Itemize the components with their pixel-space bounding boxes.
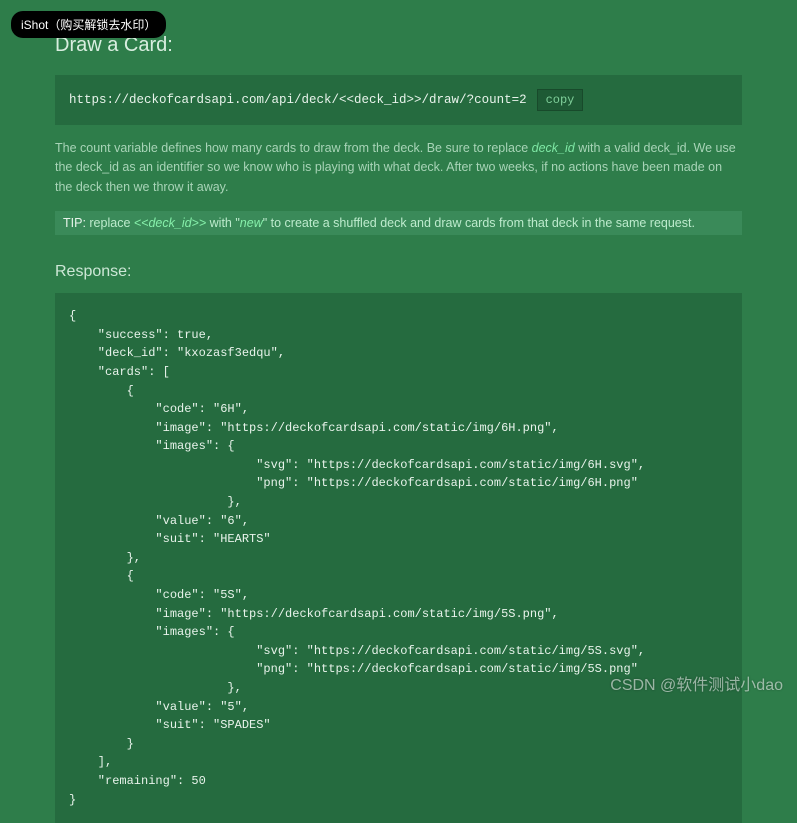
api-url-text: https://deckofcardsapi.com/api/deck/<<de… (69, 93, 527, 107)
tip-post: " to create a shuffled deck and draw car… (263, 216, 695, 230)
section-title: Draw a Card: (55, 34, 742, 57)
ishot-watermark-badge: iShot（购买解锁去水印） (11, 11, 166, 38)
tip-highlight-1: <<deck_id>> (134, 216, 206, 230)
url-box: https://deckofcardsapi.com/api/deck/<<de… (55, 75, 742, 125)
response-heading: Response: (55, 263, 742, 281)
description-highlight: deck_id (532, 141, 575, 155)
copy-button[interactable]: copy (537, 89, 584, 111)
main-content: Draw a Card: https://deckofcardsapi.com/… (0, 0, 797, 823)
description-paragraph: The count variable defines how many card… (55, 139, 742, 197)
tip-mid: with " (206, 216, 240, 230)
tip-pre: replace (86, 216, 134, 230)
description-pre: The count variable defines how many card… (55, 141, 532, 155)
tip-label: TIP: (63, 216, 86, 230)
csdn-watermark: CSDN @软件测试小dao (610, 671, 783, 695)
tip-highlight-2: new (240, 216, 263, 230)
response-code-block: { "success": true, "deck_id": "kxozasf3e… (55, 293, 742, 823)
tip-box: TIP: replace <<deck_id>> with "new" to c… (55, 211, 742, 235)
